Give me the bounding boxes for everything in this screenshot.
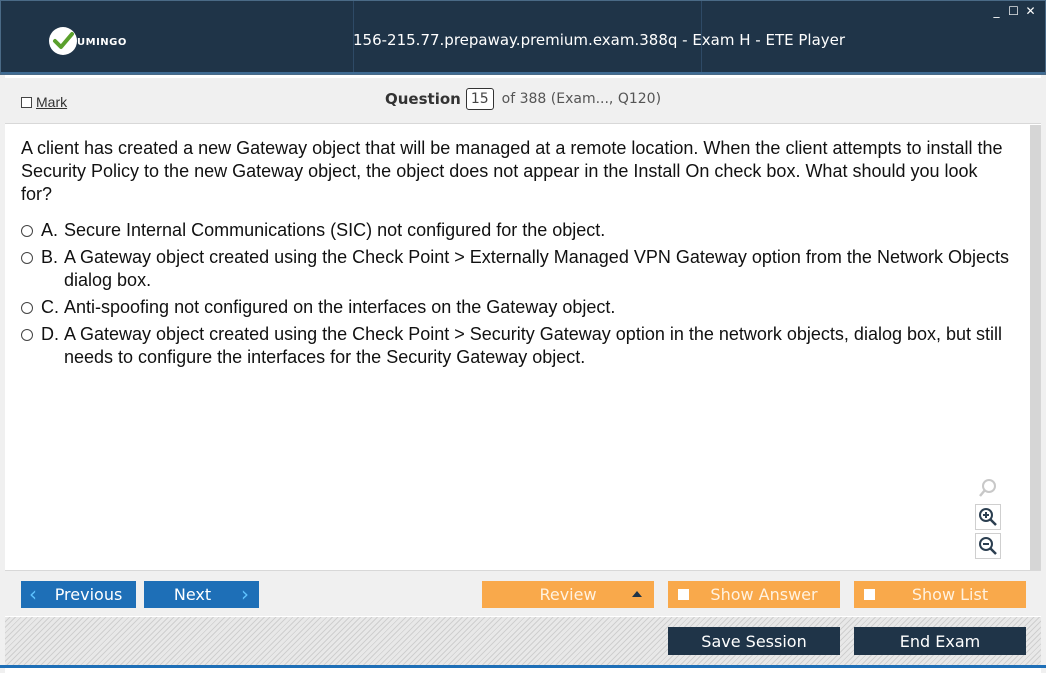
review-button[interactable]: Review — [482, 581, 654, 608]
option-text: A Gateway object created using the Check… — [64, 247, 1009, 290]
window-controls: _ ☐ ✕ — [990, 5, 1037, 18]
maximize-icon[interactable]: ☐ — [1007, 5, 1020, 18]
show-list-label: Show List — [911, 585, 989, 604]
radio-icon[interactable] — [21, 225, 33, 237]
minimize-icon[interactable]: _ — [990, 5, 1003, 18]
answer-options: A. Secure Internal Communications (SIC) … — [21, 219, 1011, 373]
question-total: of 388 (Exam..., Q120) — [501, 91, 662, 107]
window-title: 156-215.77.prepaway.premium.exam.388q - … — [353, 31, 846, 49]
option-a[interactable]: A. Secure Internal Communications (SIC) … — [21, 219, 1011, 242]
logo-text: UMINGO — [77, 37, 127, 48]
mark-checkbox[interactable]: Mark — [21, 94, 67, 110]
mark-label[interactable]: Mark — [36, 94, 67, 110]
end-exam-button[interactable]: End Exam — [854, 627, 1026, 655]
option-text: Secure Internal Communications (SIC) not… — [64, 220, 606, 240]
option-letter: C. — [41, 297, 59, 317]
navigation-bar: ‹ Previous Next › Review Show Answer Sho… — [5, 570, 1041, 616]
radio-icon[interactable] — [21, 252, 33, 264]
frame-right — [1041, 75, 1046, 673]
checkmark-icon — [49, 27, 77, 55]
zoom-tools — [975, 475, 1001, 562]
question-label: Question — [385, 90, 461, 108]
previous-button[interactable]: ‹ Previous — [21, 581, 136, 608]
title-accent-line — [1, 72, 1045, 74]
app-logo: UMINGO — [49, 27, 141, 55]
caret-up-icon — [632, 591, 642, 597]
next-label: Next — [173, 585, 212, 604]
search-icon[interactable] — [975, 475, 1001, 501]
next-button[interactable]: Next › — [144, 581, 259, 608]
end-exam-label: End Exam — [899, 631, 981, 651]
close-icon[interactable]: ✕ — [1024, 5, 1037, 18]
option-letter: D. — [41, 324, 59, 344]
question-header: Mark Question 15 of 388 (Exam..., Q120) — [5, 78, 1041, 124]
title-bar: UMINGO 156-215.77.prepaway.premium.exam.… — [0, 0, 1046, 75]
footer-accent-line — [0, 665, 1046, 668]
save-session-label: Save Session — [701, 631, 807, 651]
checkbox-icon[interactable] — [21, 96, 32, 108]
option-text: A Gateway object created using the Check… — [64, 324, 1003, 367]
chevron-right-icon: › — [241, 582, 249, 606]
zoom-in-icon[interactable] — [975, 504, 1001, 530]
save-session-button[interactable]: Save Session — [668, 627, 840, 655]
show-answer-label: Show Answer — [710, 585, 818, 604]
option-letter: B. — [41, 247, 59, 267]
show-answer-button[interactable]: Show Answer — [668, 581, 840, 608]
previous-label: Previous — [54, 585, 123, 604]
chevron-left-icon: ‹ — [29, 582, 37, 606]
vertical-scrollbar[interactable] — [1030, 125, 1041, 570]
option-b[interactable]: B. A Gateway object created using the Ch… — [21, 246, 1011, 292]
question-number-input[interactable]: 15 — [465, 88, 494, 110]
question-text: A client has created a new Gateway objec… — [21, 138, 1003, 204]
question-content: A client has created a new Gateway objec… — [5, 125, 1029, 570]
checkbox-icon[interactable] — [678, 589, 689, 600]
option-d[interactable]: D. A Gateway object created using the Ch… — [21, 323, 1011, 369]
show-list-button[interactable]: Show List — [854, 581, 1026, 608]
question-counter: Question 15 of 388 (Exam..., Q120) — [385, 88, 661, 110]
checkbox-icon[interactable] — [864, 589, 875, 600]
radio-icon[interactable] — [21, 329, 33, 341]
footer-bar: Save Session End Exam — [5, 617, 1041, 665]
zoom-out-icon[interactable] — [975, 533, 1001, 559]
radio-icon[interactable] — [21, 302, 33, 314]
option-letter: A. — [41, 220, 59, 240]
option-c[interactable]: C. Anti-spoofing not configured on the i… — [21, 296, 1011, 319]
review-label: Review — [539, 585, 597, 604]
option-text: Anti-spoofing not configured on the inte… — [64, 297, 616, 317]
